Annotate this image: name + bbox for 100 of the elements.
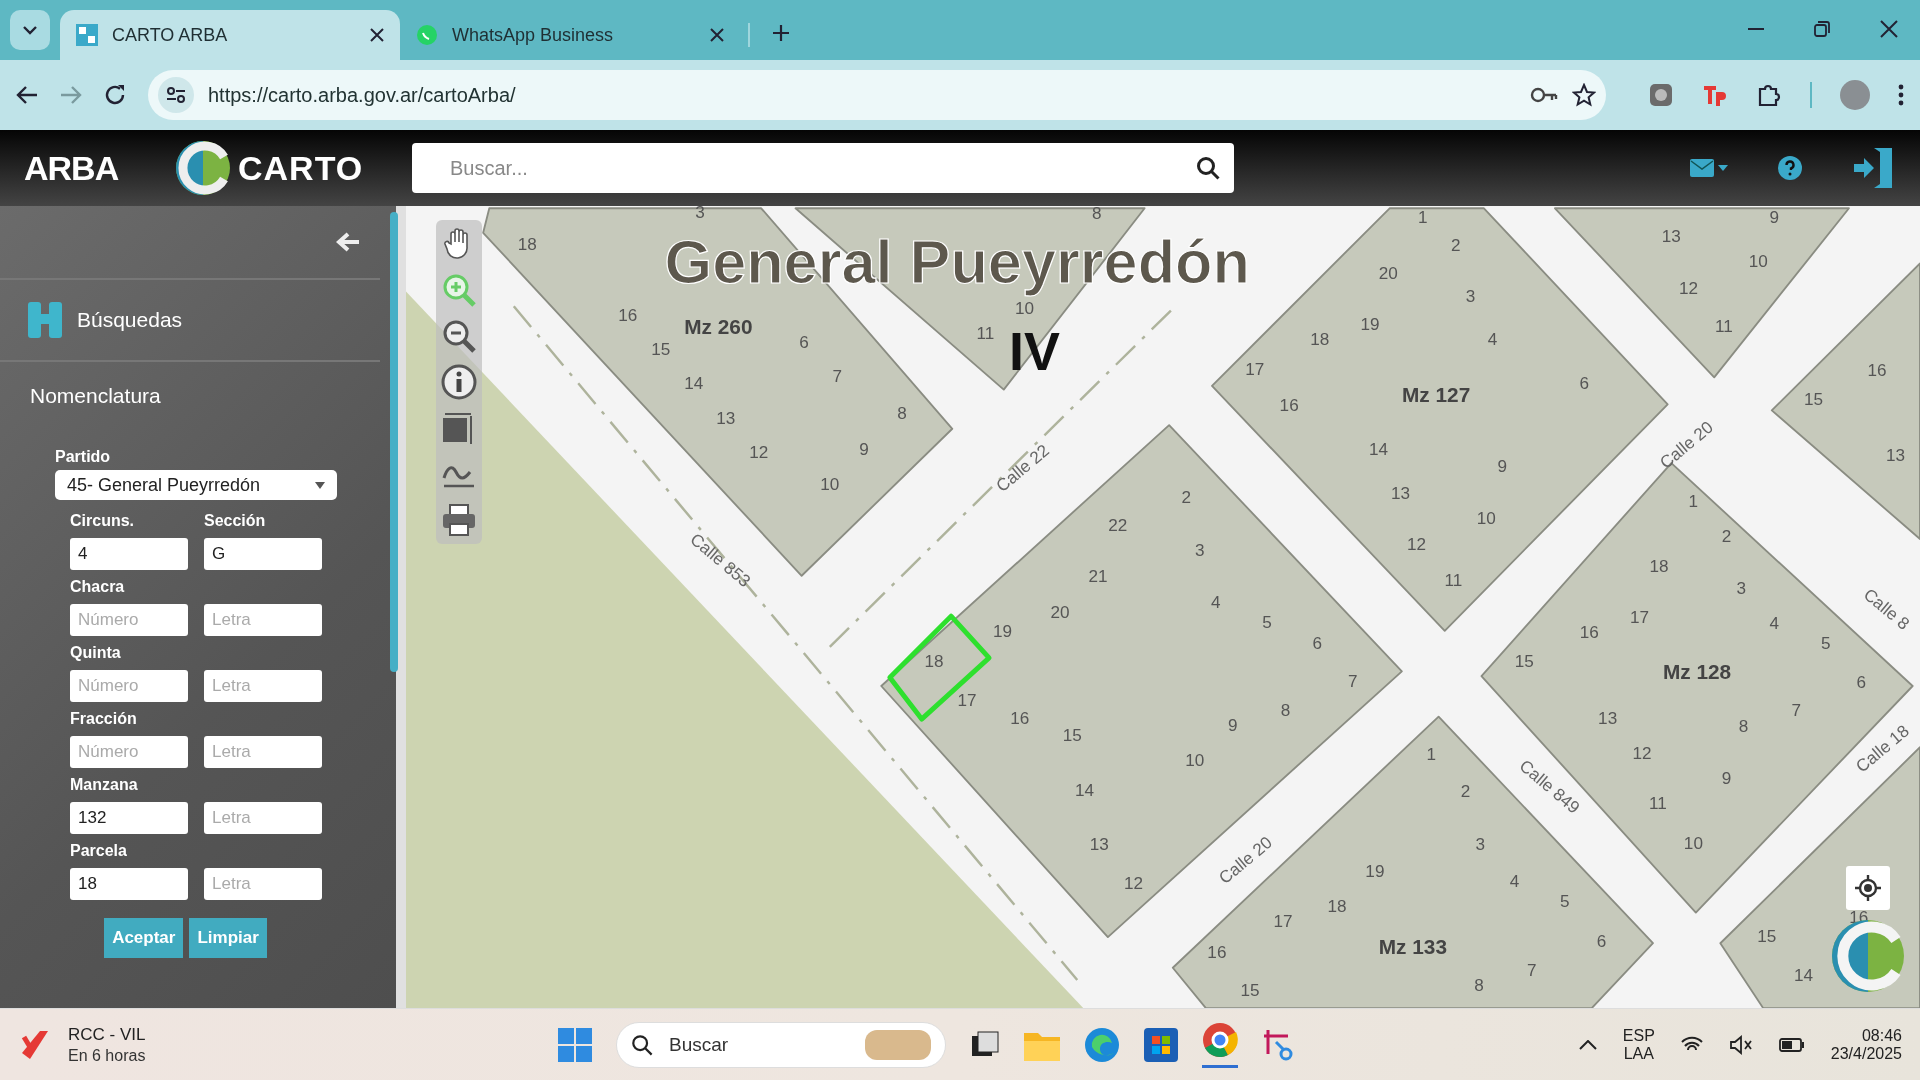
input-field[interactable]: Número xyxy=(70,736,188,768)
browser-tab[interactable]: WhatsApp Business xyxy=(400,10,740,60)
speaker-muted-icon[interactable] xyxy=(1728,1034,1753,1055)
parcel-number: 12 xyxy=(1124,873,1144,893)
input-field[interactable]: 18 xyxy=(70,868,188,900)
search-section-header[interactable]: Búsquedas xyxy=(0,280,380,362)
parcel-number: 16 xyxy=(1010,707,1030,728)
parcel-number: 13 xyxy=(1598,707,1618,728)
parcel-number: 17 xyxy=(1629,607,1649,628)
collapse-arrow-icon[interactable] xyxy=(336,232,360,252)
bookmark-star-icon[interactable] xyxy=(1572,83,1596,107)
street-name: Calle 22 xyxy=(991,440,1053,496)
parcel-number: 16 xyxy=(1279,395,1299,416)
parcel-number: 14 xyxy=(1369,439,1389,460)
menu-icon[interactable] xyxy=(1898,84,1904,106)
info-icon[interactable] xyxy=(441,364,477,400)
parcel-number: 3 xyxy=(695,206,705,222)
input-field[interactable]: Letra xyxy=(204,736,322,768)
parcel-number: 15 xyxy=(1514,651,1534,672)
input-field[interactable]: Letra xyxy=(204,868,322,900)
parcel-number: 7 xyxy=(1791,700,1802,721)
event-title: RCC - VIL xyxy=(68,1024,146,1045)
parcel-number: 3 xyxy=(1475,833,1485,854)
partido-dropdown[interactable]: 45- General Pueyrredón xyxy=(55,470,337,500)
back-icon[interactable] xyxy=(16,85,38,105)
search-field[interactable]: Buscar... xyxy=(412,143,1234,193)
field-label: Sección xyxy=(204,512,267,531)
parcel-number: 17 xyxy=(957,690,977,711)
locate-button[interactable] xyxy=(1846,866,1890,910)
close-icon[interactable] xyxy=(370,28,384,42)
restore-icon[interactable] xyxy=(1814,21,1830,37)
panel-heading: Nomenclatura xyxy=(30,384,162,408)
field-label: Chacra xyxy=(70,578,126,597)
parcel-number: 4 xyxy=(1769,613,1779,634)
parcel-number: 15 xyxy=(651,338,671,359)
parcel-number: 8 xyxy=(1474,974,1484,995)
key-icon[interactable] xyxy=(1530,87,1558,103)
parcel-number: 1 xyxy=(1426,744,1436,765)
parcel-number: 8 xyxy=(1738,716,1749,737)
input-field[interactable]: Número xyxy=(70,670,188,702)
parcel-number: 4 xyxy=(1487,329,1498,350)
parcel-number: 10 xyxy=(1748,250,1768,271)
parcel-number: 11 xyxy=(976,323,995,343)
parcel-number: 12 xyxy=(749,441,769,462)
field-label: Circuns. xyxy=(70,512,135,531)
parcel-number: 16 xyxy=(618,304,638,325)
input-field[interactable]: Letra xyxy=(204,670,322,702)
field-label: Quinta xyxy=(70,644,122,663)
input-field[interactable]: 132 xyxy=(70,802,188,834)
close-icon[interactable] xyxy=(710,28,724,42)
scrollbar-thumb[interactable] xyxy=(390,212,398,672)
print-icon[interactable] xyxy=(441,502,477,538)
parcel-number: 18 xyxy=(1649,555,1669,576)
parcel-number: 3 xyxy=(1195,539,1205,560)
parcel-number: 7 xyxy=(1348,670,1358,691)
language-indicator[interactable]: ESP LAA xyxy=(1622,1026,1655,1063)
parcel-number: 6 xyxy=(1856,672,1866,693)
store-icon[interactable] xyxy=(1144,1027,1178,1062)
zoom-out-icon[interactable] xyxy=(441,318,477,354)
block-label: Mz 133 xyxy=(1378,934,1447,958)
parcel-number: 7 xyxy=(832,365,842,386)
help-icon[interactable] xyxy=(1778,156,1802,180)
brand-name: CARTO xyxy=(238,148,364,188)
site-settings-icon[interactable] xyxy=(166,87,186,103)
tab-title: CARTO ARBA xyxy=(112,24,229,46)
input-field[interactable]: G xyxy=(204,538,322,570)
parcel-number: 2 xyxy=(1181,487,1192,508)
puzzle-icon[interactable] xyxy=(1756,82,1782,108)
chrome-icon[interactable] xyxy=(1202,1021,1238,1058)
parcel-number: 13 xyxy=(1391,483,1411,504)
input-field[interactable]: 4 xyxy=(70,538,188,570)
address-bar[interactable]: https://carto.arba.gov.ar/cartoArba/ xyxy=(148,70,1606,120)
browser-edge-icon[interactable] xyxy=(1084,1026,1120,1063)
parcel-number: 20 xyxy=(1050,602,1070,623)
parcel-number: 21 xyxy=(1088,565,1108,586)
parcel-number: 9 xyxy=(1228,714,1238,735)
input-field[interactable]: Número xyxy=(70,604,188,636)
battery-icon[interactable] xyxy=(1778,1037,1805,1052)
parcel-number: 6 xyxy=(1312,632,1323,653)
parcel-number: 11 xyxy=(1715,315,1733,336)
browser-tab[interactable]: CARTO ARBA xyxy=(60,10,400,60)
mail-icon[interactable] xyxy=(1690,159,1728,177)
parcel-number: 5 xyxy=(1262,612,1272,633)
parcel-number: 4 xyxy=(1210,592,1221,613)
reload-icon[interactable] xyxy=(104,84,126,106)
chevron-up-icon[interactable] xyxy=(1578,1039,1597,1050)
parcel-number: 11 xyxy=(1649,793,1667,814)
taskbar-search-box[interactable]: Buscar xyxy=(616,1021,946,1068)
input-field[interactable]: Letra xyxy=(204,604,322,636)
extension-icon[interactable] xyxy=(1648,82,1674,108)
parcel-number: 17 xyxy=(1273,910,1293,931)
close-icon[interactable] xyxy=(1880,20,1898,38)
street-name: Calle 20 xyxy=(1655,416,1717,473)
windows-start-icon[interactable] xyxy=(558,1027,592,1062)
input-field[interactable]: Letra xyxy=(204,802,322,834)
search-icon[interactable] xyxy=(1196,156,1220,180)
parcel-number: 13 xyxy=(1885,445,1906,466)
parcel-number: 8 xyxy=(1092,206,1102,223)
tab-list-button[interactable] xyxy=(10,10,50,50)
clock[interactable]: 08:46 23/4/2025 xyxy=(1830,1026,1902,1063)
